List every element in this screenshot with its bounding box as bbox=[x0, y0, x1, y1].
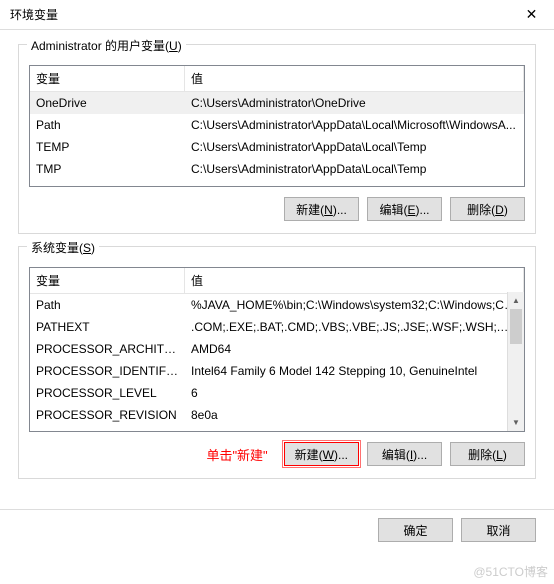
dialog-body: Administrator 的用户变量(U) 变量 值 OneDriveC:\U… bbox=[0, 30, 554, 505]
col-variable[interactable]: 变量 bbox=[30, 268, 185, 293]
col-value[interactable]: 值 bbox=[185, 66, 524, 91]
system-button-row: 单击"新建" 新建(W)... 编辑(I)... 删除(L) bbox=[29, 442, 525, 466]
cell-value: C:\Users\Administrator\AppData\Local\Tem… bbox=[185, 138, 524, 156]
dialog-button-row: 确定 取消 bbox=[0, 509, 554, 556]
close-button[interactable]: ✕ bbox=[509, 0, 554, 30]
col-variable[interactable]: 变量 bbox=[30, 66, 185, 91]
cell-variable: PROCESSOR_LEVEL bbox=[30, 384, 185, 402]
table-header: 变量 值 bbox=[30, 268, 524, 294]
cell-value: %JAVA_HOME%\bin;C:\Windows\system32;C:\W… bbox=[185, 296, 524, 314]
window-title: 环境变量 bbox=[10, 6, 58, 23]
table-row[interactable]: Path%JAVA_HOME%\bin;C:\Windows\system32;… bbox=[30, 294, 524, 316]
cell-variable: PROCESSOR_REVISION bbox=[30, 406, 185, 424]
cell-variable: Path bbox=[30, 116, 185, 134]
scroll-down-icon[interactable]: ▼ bbox=[508, 414, 524, 431]
system-delete-button[interactable]: 删除(L) bbox=[450, 442, 525, 466]
table-row[interactable]: PSModulePath%ProgramFiles%\WindowsPowerS… bbox=[30, 426, 524, 432]
cell-value: .COM;.EXE;.BAT;.CMD;.VBS;.VBE;.JS;.JSE;.… bbox=[185, 318, 524, 336]
system-table-body: Path%JAVA_HOME%\bin;C:\Windows\system32;… bbox=[30, 294, 524, 432]
system-new-button[interactable]: 新建(W)... bbox=[284, 442, 359, 466]
scroll-up-icon[interactable]: ▲ bbox=[508, 292, 524, 309]
col-value[interactable]: 值 bbox=[185, 268, 524, 293]
table-row[interactable]: PROCESSOR_REVISION8e0a bbox=[30, 404, 524, 426]
scroll-thumb[interactable] bbox=[510, 309, 522, 344]
user-new-button[interactable]: 新建(N)... bbox=[284, 197, 359, 221]
ok-button[interactable]: 确定 bbox=[378, 518, 453, 542]
cell-value: C:\Users\Administrator\OneDrive bbox=[185, 94, 524, 112]
table-row[interactable]: PROCESSOR_LEVEL6 bbox=[30, 382, 524, 404]
user-table-body: OneDriveC:\Users\Administrator\OneDriveP… bbox=[30, 92, 524, 180]
table-row[interactable]: TMPC:\Users\Administrator\AppData\Local\… bbox=[30, 158, 524, 180]
cell-value: C:\Users\Administrator\AppData\Local\Tem… bbox=[185, 160, 524, 178]
user-delete-button[interactable]: 删除(D) bbox=[450, 197, 525, 221]
table-row[interactable]: PATHEXT.COM;.EXE;.BAT;.CMD;.VBS;.VBE;.JS… bbox=[30, 316, 524, 338]
cell-variable: TEMP bbox=[30, 138, 185, 156]
table-row[interactable]: TEMPC:\Users\Administrator\AppData\Local… bbox=[30, 136, 524, 158]
user-variables-group: Administrator 的用户变量(U) 变量 值 OneDriveC:\U… bbox=[18, 44, 536, 234]
user-edit-button[interactable]: 编辑(E)... bbox=[367, 197, 442, 221]
cell-value: 8e0a bbox=[185, 406, 524, 424]
table-row[interactable]: PathC:\Users\Administrator\AppData\Local… bbox=[30, 114, 524, 136]
cell-value: AMD64 bbox=[185, 340, 524, 358]
system-variables-table[interactable]: 变量 值 Path%JAVA_HOME%\bin;C:\Windows\syst… bbox=[29, 267, 525, 432]
table-row[interactable]: OneDriveC:\Users\Administrator\OneDrive bbox=[30, 92, 524, 114]
table-header: 变量 值 bbox=[30, 66, 524, 92]
cell-variable: PROCESSOR_ARCHITECT... bbox=[30, 340, 185, 358]
cell-variable: PROCESSOR_IDENTIFIER bbox=[30, 362, 185, 380]
system-variables-group: 系统变量(S) 变量 值 Path%JAVA_HOME%\bin;C:\Wind… bbox=[18, 246, 536, 479]
close-icon: ✕ bbox=[526, 6, 538, 23]
user-button-row: 新建(N)... 编辑(E)... 删除(D) bbox=[29, 197, 525, 221]
cell-variable: Path bbox=[30, 296, 185, 314]
cell-variable: PSModulePath bbox=[30, 428, 185, 432]
cell-variable: PATHEXT bbox=[30, 318, 185, 336]
table-row[interactable]: PROCESSOR_ARCHITECT...AMD64 bbox=[30, 338, 524, 360]
user-variables-table[interactable]: 变量 值 OneDriveC:\Users\Administrator\OneD… bbox=[29, 65, 525, 187]
system-group-label: 系统变量(S) bbox=[27, 239, 99, 256]
user-group-label: Administrator 的用户变量(U) bbox=[27, 37, 186, 54]
cell-variable: OneDrive bbox=[30, 94, 185, 112]
table-row[interactable]: PROCESSOR_IDENTIFIERIntel64 Family 6 Mod… bbox=[30, 360, 524, 382]
cell-value: 6 bbox=[185, 384, 524, 402]
system-edit-button[interactable]: 编辑(I)... bbox=[367, 442, 442, 466]
cancel-button[interactable]: 取消 bbox=[461, 518, 536, 542]
cell-value: C:\Users\Administrator\AppData\Local\Mic… bbox=[185, 116, 524, 134]
scrollbar[interactable]: ▲ ▼ bbox=[507, 292, 524, 431]
cell-value: Intel64 Family 6 Model 142 Stepping 10, … bbox=[185, 362, 524, 380]
cell-variable: TMP bbox=[30, 160, 185, 178]
annotation-hint: 单击"新建" bbox=[206, 445, 267, 464]
cell-value: %ProgramFiles%\WindowsPowerShell\Modules… bbox=[185, 428, 524, 432]
watermark: @51CTO博客 bbox=[473, 563, 548, 580]
titlebar: 环境变量 ✕ bbox=[0, 0, 554, 30]
